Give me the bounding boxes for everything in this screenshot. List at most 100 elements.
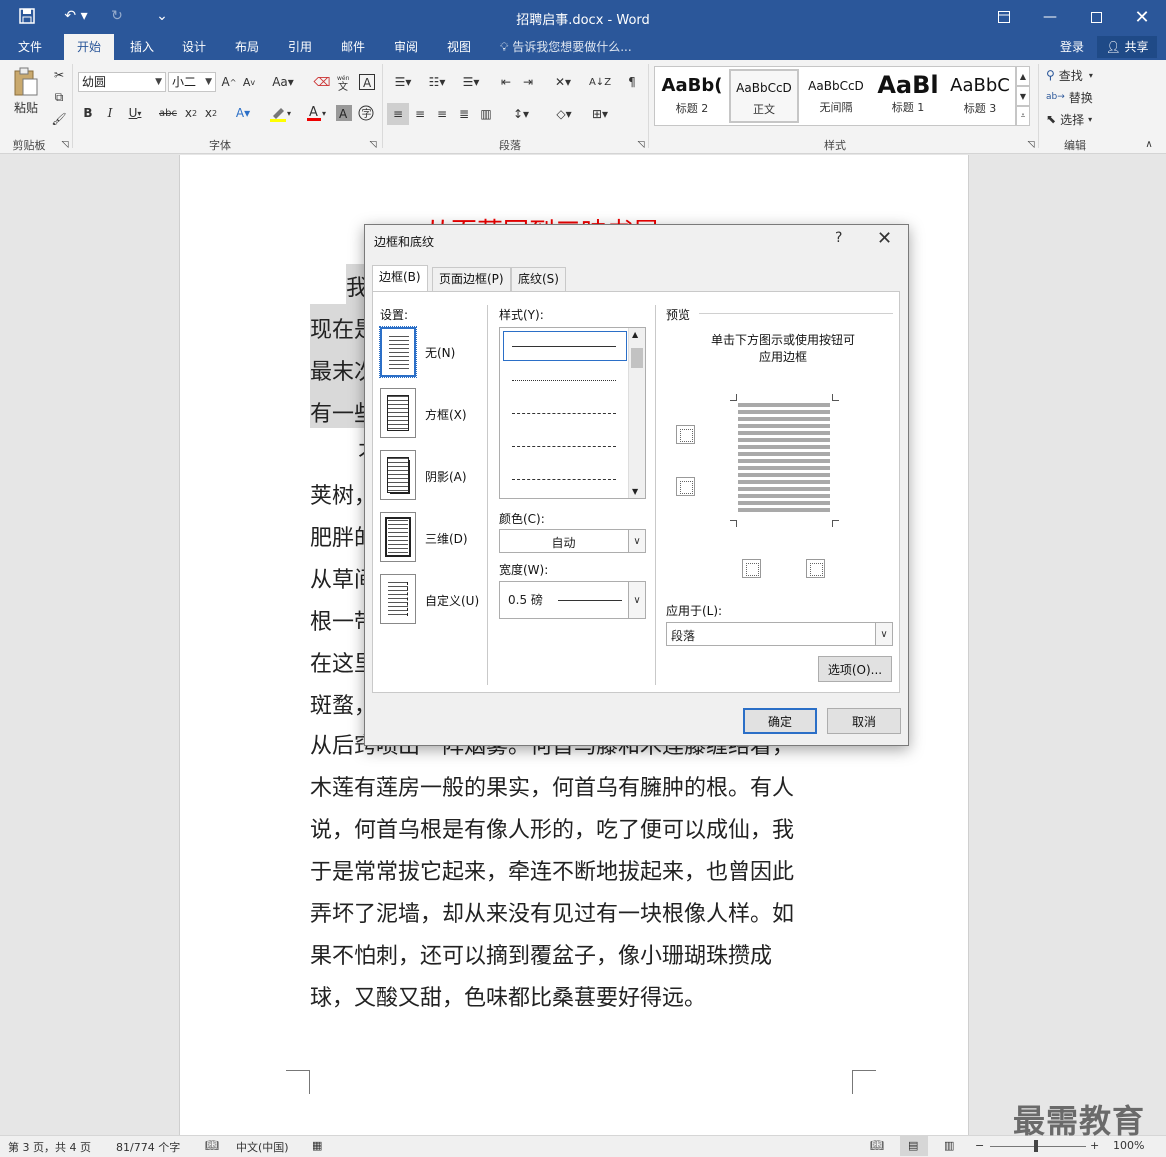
tab-shading[interactable]: 底纹(S) [511, 267, 566, 291]
tab-insert[interactable]: 插入 [117, 34, 167, 60]
tab-design[interactable]: 设计 [169, 34, 219, 60]
options-button[interactable]: 选项(O)... [818, 656, 892, 682]
phonetic-guide-icon[interactable]: wén 文 [334, 72, 354, 92]
style-heading-1[interactable]: AaBl 标题 1 [873, 69, 943, 123]
close-icon[interactable]: ✕ [877, 228, 892, 249]
close-icon[interactable]: ✕ [1119, 0, 1165, 34]
paste-button[interactable]: 粘贴 [8, 99, 44, 115]
bold-icon[interactable]: B [80, 104, 96, 122]
align-left-icon[interactable]: ≡ [387, 103, 409, 125]
help-icon[interactable]: ? [835, 230, 842, 246]
align-center-icon[interactable]: ≡ [410, 103, 430, 125]
gallery-down-icon[interactable]: ▼ [1016, 86, 1030, 106]
web-layout-icon[interactable]: ▥ [944, 1139, 954, 1152]
style-no-spacing[interactable]: AaBbCcD 无间隔 [801, 69, 871, 123]
dialog-launcher-icon[interactable]: ◹ [1026, 140, 1036, 150]
tab-file[interactable]: 文件 [5, 34, 55, 60]
grow-font-icon[interactable]: A ^ [220, 72, 238, 92]
highlight-color-icon[interactable]: ▾ [264, 104, 296, 122]
underline-icon[interactable]: U ▾ [124, 104, 146, 122]
format-painter-icon[interactable]: 🖌︎ [50, 110, 68, 128]
bottom-border-button[interactable] [676, 477, 695, 496]
page-count[interactable]: 第 3 页，共 4 页 [8, 1139, 91, 1155]
scroll-thumb[interactable] [631, 348, 643, 368]
borders-icon[interactable]: ⊞▾ [584, 103, 616, 125]
cut-icon[interactable]: ✂ [50, 66, 68, 84]
justify-icon[interactable]: ≣ [454, 103, 474, 125]
line-style-list[interactable]: ▲ ▼ [499, 327, 646, 499]
read-mode-icon[interactable]: 📖︎ [870, 1139, 884, 1152]
sort-icon[interactable]: A↓Z [589, 72, 611, 92]
zoom-out-icon[interactable]: − [975, 1139, 984, 1152]
left-border-button[interactable] [742, 559, 761, 578]
setting-box-label[interactable]: 方框(X) [425, 406, 467, 423]
collapse-ribbon-icon[interactable]: ∧ [1142, 138, 1156, 150]
line-spacing-icon[interactable]: ↕▾ [506, 103, 536, 125]
strikethrough-icon[interactable]: abc [156, 104, 180, 122]
tab-page-border[interactable]: 页面边框(P) [432, 267, 511, 291]
font-size-combo[interactable]: 小二 ▼ [168, 72, 216, 92]
shrink-font-icon[interactable]: Av [240, 72, 258, 92]
width-dropdown[interactable]: 0.5 磅 ∨ [499, 581, 646, 619]
proofing-icon[interactable]: 📖︎ [205, 1139, 219, 1152]
dialog-launcher-icon[interactable]: ◹ [368, 140, 378, 150]
tab-view[interactable]: 视图 [434, 34, 484, 60]
font-color-icon[interactable]: A ▾ [300, 104, 332, 122]
numbering-icon[interactable]: ☷▾ [422, 72, 452, 92]
style-normal[interactable]: AaBbCcD 正文 [729, 69, 799, 123]
setting-custom-icon[interactable] [380, 574, 416, 624]
clear-format-icon[interactable]: ⌫ [312, 72, 332, 92]
line-style-dotted[interactable] [512, 380, 616, 381]
setting-box-icon[interactable] [380, 388, 416, 438]
right-border-button[interactable] [806, 559, 825, 578]
zoom-slider[interactable] [990, 1146, 1086, 1147]
macro-icon[interactable]: ▦ [312, 1139, 322, 1152]
distributed-icon[interactable]: ▥ [476, 103, 496, 125]
multilevel-list-icon[interactable]: ☰▾ [456, 72, 486, 92]
chinese-layout-icon[interactable]: ✕▾ [548, 72, 578, 92]
decrease-indent-icon[interactable]: ⇤ [496, 72, 516, 92]
share-button[interactable]: 👤︎ 共享 [1097, 36, 1157, 58]
tab-mailings[interactable]: 邮件 [328, 34, 378, 60]
gallery-up-icon[interactable]: ▲ [1016, 66, 1030, 86]
maximize-icon[interactable] [1073, 0, 1119, 34]
gallery-more-icon[interactable]: ⩡ [1016, 106, 1030, 126]
bullets-icon[interactable]: ☰▾ [388, 72, 418, 92]
italic-icon[interactable]: I [102, 104, 118, 122]
word-count[interactable]: 81/774 个字 [116, 1139, 180, 1155]
shading-icon[interactable]: ◇▾ [548, 103, 580, 125]
dialog-launcher-icon[interactable]: ◹ [60, 140, 70, 150]
tab-references[interactable]: 引用 [275, 34, 325, 60]
select-button[interactable]: ⬉ 选择 ▾ [1046, 110, 1108, 128]
line-style-solid[interactable] [512, 346, 616, 347]
replace-button[interactable]: ab→ 替换 [1046, 88, 1108, 106]
tab-review[interactable]: 审阅 [381, 34, 431, 60]
tab-layout[interactable]: 布局 [222, 34, 272, 60]
scroll-up-icon[interactable]: ▲ [632, 330, 638, 339]
language-indicator[interactable]: 中文(中国) [236, 1139, 289, 1155]
line-style-dash[interactable] [512, 446, 616, 447]
text-effects-icon[interactable]: A▾ [226, 104, 260, 122]
change-case-button[interactable]: Aa ▾ [266, 72, 300, 92]
top-border-button[interactable] [676, 425, 695, 444]
tab-home[interactable]: 开始 [64, 34, 115, 60]
ribbon-display-icon[interactable] [981, 0, 1027, 34]
cancel-button[interactable]: 取消 [827, 708, 901, 734]
setting-shadow-label[interactable]: 阴影(A) [425, 468, 467, 485]
style-heading-3[interactable]: AaBbC 标题 3 [945, 69, 1015, 123]
setting-none-label[interactable]: 无(N) [425, 344, 455, 361]
font-name-combo[interactable]: 幼圆 ▼ [78, 72, 166, 92]
increase-indent-icon[interactable]: ⇥ [518, 72, 538, 92]
char-shading-icon[interactable]: A [335, 104, 353, 122]
apply-to-dropdown[interactable]: 段落 ∨ [666, 622, 893, 646]
color-dropdown[interactable]: 自动 ∨ [499, 529, 646, 553]
setting-none-icon[interactable] [379, 326, 417, 378]
scrollbar[interactable]: ▲ ▼ [628, 328, 645, 498]
copy-icon[interactable]: ⧉ [50, 88, 68, 106]
superscript-icon[interactable]: x2 [202, 104, 220, 122]
enclose-char-icon[interactable]: 字 [357, 104, 375, 122]
line-style-fine-dash[interactable] [512, 413, 616, 414]
tell-me-box[interactable]: 💡︎ 告诉我您想要做什么... [500, 34, 632, 60]
preview-document[interactable] [738, 403, 830, 513]
minimize-icon[interactable]: — [1027, 0, 1073, 34]
